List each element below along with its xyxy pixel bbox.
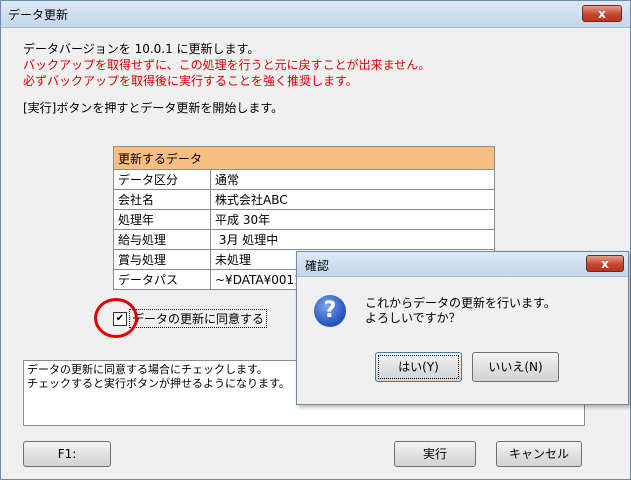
row-value: 平成 30年: [210, 209, 495, 230]
question-icon: ?: [314, 295, 346, 327]
confirm-dialog: 確認 x ? これからデータの更新を行います。 よろしいですか？ はい(Y) い…: [296, 251, 629, 405]
row-label: 処理年: [113, 209, 211, 230]
row-label: データパス: [113, 269, 211, 290]
run-button[interactable]: 実行: [394, 441, 476, 467]
warning-line-1: バックアップを取得せずに、この処理を行うと元に戻すことが出来ません。: [23, 58, 431, 72]
row-value: 通常: [210, 169, 495, 190]
dialog-close-button[interactable]: x: [586, 255, 624, 272]
dialog-titlebar[interactable]: 確認 x: [297, 252, 628, 277]
window-close-button[interactable]: x: [582, 5, 622, 22]
row-label: 賞与処理: [113, 249, 211, 270]
no-button[interactable]: いいえ(N): [472, 352, 559, 382]
table-header: 更新するデータ: [113, 146, 495, 170]
version-message: データバージョンを 10.0.1 に更新します。: [23, 42, 260, 56]
instruction-text: [実行]ボタンを押すとデータ更新を開始します。: [23, 101, 284, 115]
row-label: データ区分: [113, 169, 211, 190]
table-row: 給与処理 3月 処理中: [113, 229, 495, 250]
agree-checkbox-label[interactable]: データの更新に同意する: [129, 309, 268, 328]
table-row: 処理年 平成 30年: [113, 209, 495, 230]
table-row: データ区分 通常: [113, 169, 495, 190]
row-label: 給与処理: [113, 229, 211, 250]
window-title: データ更新: [8, 8, 69, 22]
table-row: 会社名 株式会社ABC: [113, 189, 495, 210]
cancel-button[interactable]: キャンセル: [496, 441, 582, 467]
main-window: データ更新 x データバージョンを 10.0.1 に更新します。 バックアップを…: [0, 0, 631, 480]
row-value: 株式会社ABC: [210, 189, 495, 210]
row-value: 3月 処理中: [210, 229, 495, 250]
dialog-title: 確認: [305, 259, 330, 273]
highlight-circle: [94, 298, 138, 338]
row-label: 会社名: [113, 189, 211, 210]
warning-line-2: 必ずバックアップを取得後に実行することを強く推奨します。: [23, 74, 358, 88]
dialog-message-2: よろしいですか？: [365, 311, 461, 325]
f1-button[interactable]: F1:: [23, 441, 111, 467]
main-titlebar[interactable]: データ更新 x: [1, 1, 630, 28]
yes-button[interactable]: はい(Y): [375, 352, 462, 382]
